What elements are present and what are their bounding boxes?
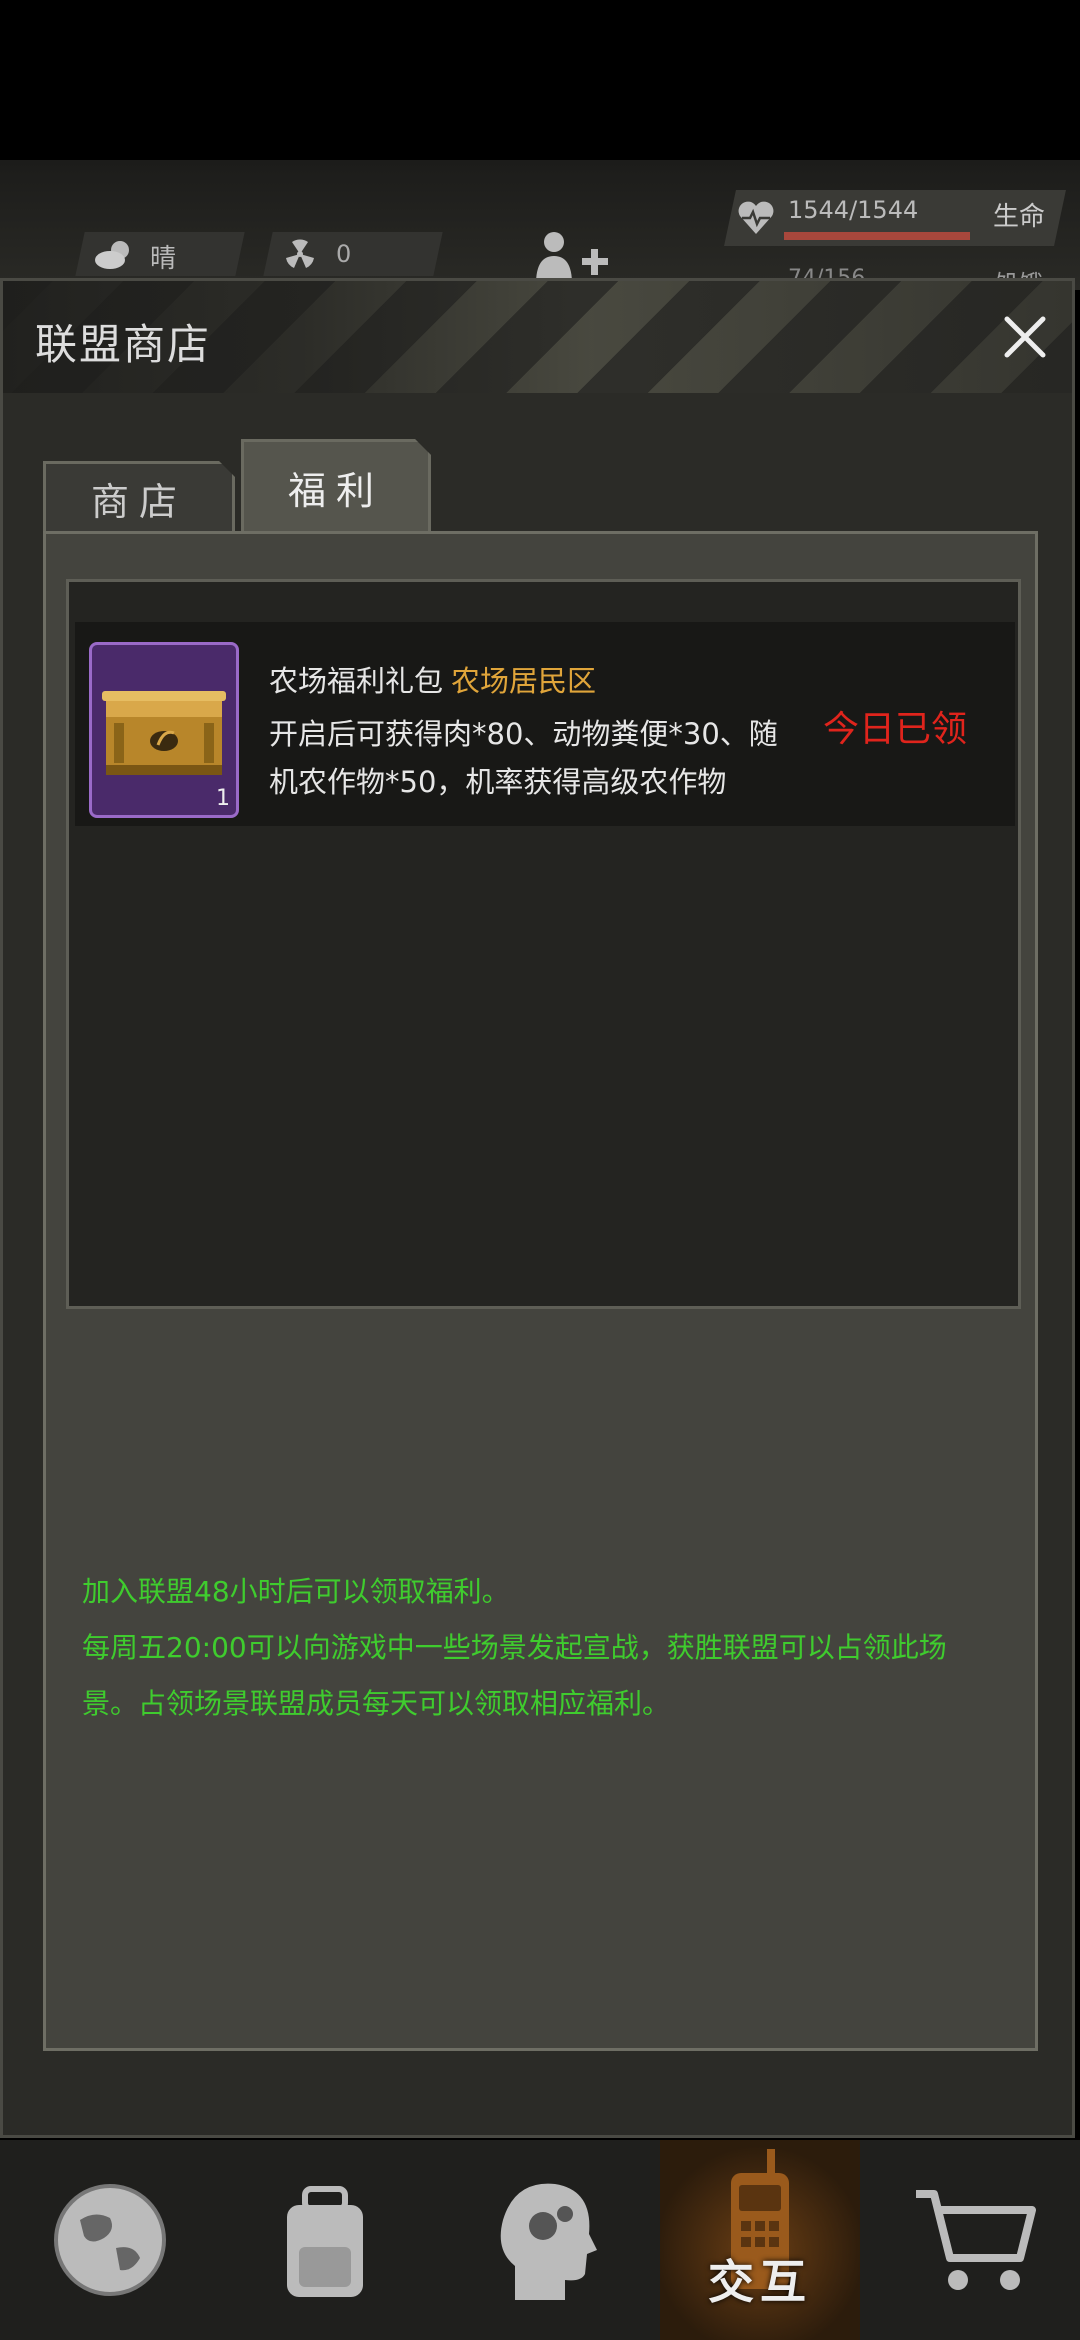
tab-shop[interactable]: 商店 xyxy=(43,461,235,533)
radiation-value: 0 xyxy=(336,240,352,268)
add-friend-icon[interactable] xyxy=(532,228,622,284)
welfare-notice: 加入联盟48小时后可以领取福利。 每周五20:00可以向游戏中一些场景发起宣战，… xyxy=(82,1564,1002,1732)
nav-skills[interactable] xyxy=(450,2140,640,2340)
radiation-icon xyxy=(286,239,314,268)
claim-status: 今日已领 xyxy=(823,709,968,750)
item-title: 农场福利礼包 农场居民区 xyxy=(269,658,596,700)
head-gears-icon xyxy=(500,2183,597,2300)
alliance-shop-dialog: 联盟商店 商店 福利 1 农场福利礼包 农场居民区 开启后可获得肉*80、动物粪… xyxy=(0,278,1075,2138)
dialog-header: 联盟商店 xyxy=(3,281,1072,393)
dialog-title: 联盟商店 xyxy=(35,320,212,369)
notice-line: 加入联盟48小时后可以领取福利。 xyxy=(82,1575,510,1608)
nav-world[interactable] xyxy=(20,2140,200,2340)
welfare-panel: 1 农场福利礼包 农场居民区 开启后可获得肉*80、动物粪便*30、随机农作物*5… xyxy=(43,531,1038,2051)
item-icon-frame: 1 xyxy=(89,642,239,818)
hp-label: 生命 xyxy=(993,202,1046,232)
close-button[interactable] xyxy=(991,303,1059,371)
nav-interact[interactable]: 交互 xyxy=(660,2140,860,2340)
hp-bar xyxy=(784,232,970,240)
bottom-nav: 交互 xyxy=(0,2140,1080,2340)
list-item[interactable]: 1 农场福利礼包 农场居民区 开启后可获得肉*80、动物粪便*30、随机农作物*5… xyxy=(75,622,1015,826)
shopping-cart-icon xyxy=(916,2190,1036,2290)
close-icon xyxy=(1004,316,1046,358)
nav-backpack[interactable] xyxy=(230,2140,420,2340)
hp-value: 1544/1544 xyxy=(788,196,919,224)
nav-interact-label: 交互 xyxy=(708,2255,812,2309)
tab-welfare[interactable]: 福利 xyxy=(241,439,431,533)
partly-cloudy-icon xyxy=(95,241,129,269)
welfare-list: 1 农场福利礼包 农场居民区 开启后可获得肉*80、动物粪便*30、随机农作物*5… xyxy=(66,579,1021,1309)
nav-shop[interactable] xyxy=(880,2140,1070,2340)
heart-icon xyxy=(738,201,774,234)
backpack-icon xyxy=(287,2186,363,2297)
hp-bar-fill xyxy=(784,232,970,240)
item-name: 农场福利礼包 xyxy=(269,664,444,698)
item-quantity: 1 xyxy=(216,786,230,811)
globe-icon xyxy=(54,2184,166,2296)
item-location: 农场居民区 xyxy=(451,664,597,698)
status-bar: 晴 0 1544/1544 生命 74/156 饥饿 xyxy=(0,160,1080,298)
notice-line: 每周五20:00可以向游戏中一些场景发起宣战，获胜联盟可以占领此场景。占领场景联… xyxy=(82,1631,947,1720)
item-description: 开启后可获得肉*80、动物粪便*30、随机农作物*50，机率获得高级农作物 xyxy=(269,717,778,799)
weather-text: 晴 xyxy=(150,244,177,274)
supply-crate-icon xyxy=(102,691,226,775)
